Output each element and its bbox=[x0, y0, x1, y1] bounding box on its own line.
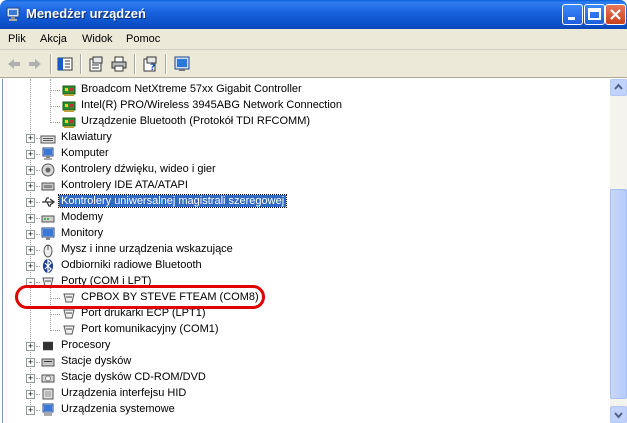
tree-item-label: Kontrolery uniwersalnej magistrali szere… bbox=[57, 194, 288, 208]
disk-drive-icon bbox=[41, 358, 55, 367]
vertical-scrollbar[interactable] bbox=[610, 79, 627, 423]
expand-toggle[interactable]: + bbox=[26, 182, 35, 191]
tree-item-label: Klawiatury bbox=[61, 131, 112, 143]
forward-arrow-icon[interactable] bbox=[26, 55, 44, 73]
tree-item-label: Kontrolery IDE ATA/ATAPI bbox=[61, 179, 188, 191]
tree-category-item[interactable]: + Urządzenia interfejsu HID bbox=[3, 386, 603, 402]
tree-item-label: Mysz i inne urządzenia wskazujące bbox=[61, 243, 233, 255]
expand-toggle[interactable]: + bbox=[26, 374, 35, 383]
tree-item-label: Broadcom NetXtreme 57xx Gigabit Controll… bbox=[81, 83, 302, 95]
scan-hardware-changes-icon[interactable] bbox=[173, 55, 191, 73]
tree-item-label: Urządzenia interfejsu HID bbox=[61, 387, 187, 399]
system-devices-icon bbox=[42, 403, 54, 416]
tree-item-label: Odbiorniki radiowe Bluetooth bbox=[61, 259, 202, 271]
expand-toggle[interactable]: + bbox=[26, 246, 35, 255]
menu-file[interactable]: Plik bbox=[8, 33, 26, 45]
svg-text:?: ? bbox=[150, 63, 155, 73]
network-card-icon bbox=[62, 85, 76, 96]
menu-action[interactable]: Akcja bbox=[40, 33, 67, 45]
red-highlight-ellipse bbox=[15, 285, 265, 309]
speaker-icon bbox=[41, 163, 55, 177]
expand-toggle[interactable]: + bbox=[26, 358, 35, 367]
close-icon bbox=[610, 9, 621, 20]
tree-category-item[interactable]: + Mysz i inne urządzenia wskazujące bbox=[3, 242, 603, 258]
tree-category-item[interactable]: + Komputer bbox=[3, 146, 603, 162]
help-icon[interactable]: ? bbox=[141, 55, 159, 73]
tree-category-item[interactable]: + Monitory bbox=[3, 226, 603, 242]
tree-category-item[interactable]: + Kontrolery dźwięku, wideo i gier bbox=[3, 162, 603, 178]
scroll-thumb[interactable] bbox=[610, 189, 627, 399]
expand-toggle[interactable]: + bbox=[26, 262, 35, 271]
port-icon bbox=[63, 325, 75, 335]
title-bar[interactable]: Menedżer urządzeń bbox=[0, 0, 627, 29]
show-hide-console-tree-icon[interactable] bbox=[56, 55, 74, 73]
tree-item-label: Urządzenie Bluetooth (Protokół TDI RFCOM… bbox=[81, 115, 311, 127]
tree-category-item[interactable]: + Stacje dysków CD-ROM/DVD bbox=[3, 370, 603, 386]
tree-child-item[interactable]: Intel(R) PRO/Wireless 3945ABG Network Co… bbox=[3, 98, 603, 114]
monitor-icon bbox=[41, 227, 55, 240]
tree-category-item[interactable]: + Modemy bbox=[3, 210, 603, 226]
tree-item-label: Urządzenia systemowe bbox=[61, 403, 175, 415]
maximize-icon bbox=[588, 8, 601, 20]
expand-toggle[interactable]: + bbox=[26, 198, 35, 207]
tree-category-item[interactable]: + Klawiatury bbox=[3, 130, 603, 146]
tree-category-item[interactable]: + Kontrolery uniwersalnej magistrali szer… bbox=[3, 194, 603, 210]
computer-icon bbox=[42, 147, 54, 160]
processor-icon bbox=[43, 341, 53, 351]
scroll-up-arrow-icon bbox=[614, 83, 623, 90]
minimize-button[interactable] bbox=[562, 4, 583, 25]
scroll-up-button[interactable] bbox=[610, 79, 627, 96]
tree-item-label: Stacje dysków bbox=[61, 355, 132, 367]
expand-toggle[interactable]: + bbox=[26, 390, 35, 399]
menu-view[interactable]: Widok bbox=[82, 33, 113, 45]
device-tree[interactable]: Broadcom NetXtreme 57xx Gigabit Controll… bbox=[2, 79, 609, 423]
properties-icon[interactable] bbox=[87, 55, 105, 73]
cdrom-icon bbox=[41, 374, 55, 383]
usb-icon bbox=[42, 197, 56, 207]
tree-item-label: Intel(R) PRO/Wireless 3945ABG Network Co… bbox=[81, 99, 343, 111]
menu-help[interactable]: Pomoc bbox=[126, 33, 160, 45]
minimize-icon bbox=[568, 17, 575, 20]
maximize-button[interactable] bbox=[584, 4, 605, 25]
expand-toggle[interactable]: + bbox=[26, 342, 35, 351]
expand-toggle[interactable]: + bbox=[26, 150, 35, 159]
tree-item-label: Monitory bbox=[61, 227, 104, 239]
tree-item-label: Port komunikacyjny (COM1) bbox=[81, 323, 219, 335]
menu-bar: Plik Akcja Widok Pomoc bbox=[0, 29, 627, 50]
tree-item-label: Procesory bbox=[61, 339, 111, 351]
back-arrow-icon[interactable] bbox=[5, 55, 23, 73]
tree-category-item[interactable]: + Odbiorniki radiowe Bluetooth bbox=[3, 258, 603, 274]
tree-item-label: Komputer bbox=[61, 147, 109, 159]
bluetooth-icon bbox=[43, 258, 53, 274]
tree-category-item[interactable]: + Stacje dysków bbox=[3, 354, 603, 370]
tree-category-item[interactable]: + Urządzenia systemowe bbox=[3, 402, 603, 418]
tree-item-label: Stacje dysków CD-ROM/DVD bbox=[61, 371, 206, 383]
scroll-down-button[interactable] bbox=[610, 406, 627, 423]
close-button[interactable] bbox=[605, 4, 626, 25]
network-card-icon bbox=[62, 101, 76, 112]
hid-icon bbox=[42, 388, 54, 400]
tree-child-item[interactable]: Broadcom NetXtreme 57xx Gigabit Controll… bbox=[3, 82, 603, 98]
mouse-icon bbox=[43, 244, 53, 258]
ide-controller-icon bbox=[41, 182, 55, 191]
scroll-down-arrow-icon bbox=[614, 412, 623, 419]
tree-category-item[interactable]: + Procesory bbox=[3, 338, 603, 354]
tree-child-item[interactable]: Port komunikacyjny (COM1) bbox=[3, 322, 603, 338]
expand-toggle[interactable]: + bbox=[26, 134, 35, 143]
expand-toggle[interactable]: + bbox=[26, 166, 35, 175]
expand-toggle[interactable]: + bbox=[26, 214, 35, 223]
tree-item-label: Modemy bbox=[61, 211, 104, 223]
tree-category-item[interactable]: + Kontrolery IDE ATA/ATAPI bbox=[3, 178, 603, 194]
print-icon[interactable] bbox=[110, 55, 128, 73]
tree-child-item[interactable]: Urządzenie Bluetooth (Protokół TDI RFCOM… bbox=[3, 114, 603, 130]
toolbar: ? bbox=[0, 50, 627, 78]
expand-toggle[interactable]: + bbox=[26, 230, 35, 239]
expand-toggle[interactable]: + bbox=[26, 406, 35, 415]
modem-icon bbox=[41, 215, 55, 223]
network-card-icon bbox=[62, 117, 76, 128]
device-manager-icon bbox=[6, 7, 20, 21]
tree-item-label: Kontrolery dźwięku, wideo i gier bbox=[61, 163, 216, 175]
window-title: Menedżer urządzeń bbox=[26, 6, 146, 21]
keyboard-icon bbox=[40, 135, 56, 144]
